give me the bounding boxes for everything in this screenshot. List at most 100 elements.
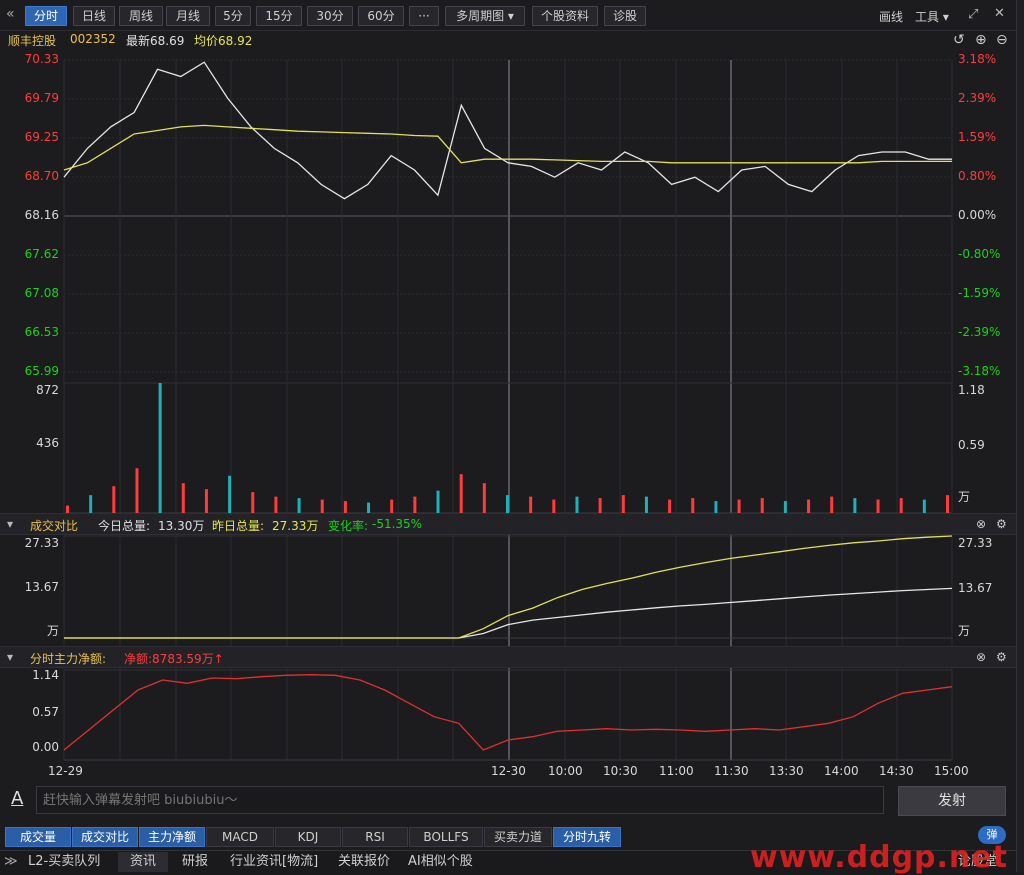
tab-30min[interactable]: 30分	[307, 6, 353, 26]
change-rate-label: 变化率:	[328, 519, 369, 533]
time-tick: 10:00	[548, 764, 583, 778]
time-tick: 12-29	[48, 764, 83, 778]
collapse-mainforce-icon[interactable]: ▾	[7, 650, 13, 664]
time-tick: 14:30	[879, 764, 914, 778]
indicator-volume[interactable]: 成交量	[5, 827, 71, 847]
zoom-out-icon[interactable]: ⊖	[996, 32, 1008, 48]
tab-60min[interactable]: 60分	[358, 6, 404, 26]
volume-bar	[459, 474, 463, 513]
indicator-mainforce[interactable]: 主力净额	[139, 827, 205, 847]
indicator-bollfs[interactable]: BOLLFS	[409, 827, 483, 847]
watermark: www.ddgp.net	[750, 840, 1008, 875]
danmu-input[interactable]	[36, 786, 884, 814]
volume-bar	[112, 486, 116, 513]
close-compare-icon[interactable]: ⊗	[976, 517, 986, 531]
chart-canvas	[63, 59, 953, 761]
indicator-buysell-force[interactable]: 买卖力道	[484, 827, 552, 847]
indicator-nine-turn[interactable]: 分时九转	[553, 827, 621, 847]
tab-related-quotes[interactable]: 关联报价	[338, 852, 390, 872]
volume-bars	[66, 383, 949, 513]
volume-bar	[807, 499, 811, 513]
indicator-compare[interactable]: 成交对比	[72, 827, 138, 847]
volume-bar	[691, 498, 695, 513]
undo-icon[interactable]: ↺	[953, 32, 965, 48]
mainforce-net: 净额:8783.59万↑	[124, 652, 224, 666]
stock-info-button[interactable]: 个股资料	[532, 6, 598, 26]
time-tick: 12-30	[491, 764, 526, 778]
tab-l2-queue[interactable]: L2-买卖队列	[28, 852, 100, 872]
time-tick: 10:30	[603, 764, 638, 778]
time-tick: 13:30	[769, 764, 804, 778]
volume-bar	[181, 483, 185, 513]
volume-bar	[668, 499, 672, 513]
mainforce-settings-icon[interactable]: ⚙	[996, 650, 1007, 664]
tab-5min[interactable]: 5分	[215, 6, 251, 26]
volume-bar	[343, 501, 347, 513]
volume-bar	[436, 490, 440, 513]
time-tick: 11:00	[659, 764, 694, 778]
multi-period-dropdown[interactable]: 多周期图 ▾	[445, 6, 525, 26]
compare-tick: 27.33	[958, 536, 993, 550]
mainforce-header: ▾ 分时主力净额: 净额:8783.59万↑ ⊗ ⚙	[0, 646, 1016, 668]
volume-bar	[621, 495, 625, 513]
more-button[interactable]: ···	[409, 6, 439, 26]
fullscreen-icon[interactable]: ⤢	[968, 7, 978, 22]
diagnose-button[interactable]: 诊股	[604, 6, 646, 26]
volume-bar	[251, 492, 255, 513]
volume-bar	[529, 496, 533, 513]
volume-bar	[760, 498, 764, 513]
expand-panel-icon[interactable]: ≫	[4, 852, 18, 872]
volume-bar	[876, 499, 880, 513]
volume-bar	[714, 501, 718, 513]
stock-name: 顺丰控股	[8, 34, 57, 48]
volume-bar	[946, 495, 949, 513]
font-style-icon[interactable]: A	[11, 788, 23, 809]
indicator-kdj[interactable]: KDJ	[275, 827, 341, 847]
yesterday-total-value: 27.33万	[272, 519, 319, 533]
indicator-macd[interactable]: MACD	[206, 827, 274, 847]
draw-line-button[interactable]: 画线	[879, 8, 903, 25]
compare-header: ▾ 成交对比 今日总量: 13.30万 昨日总量: 27.33万 变化率: -5…	[0, 513, 1016, 535]
mainforce-tick: 1.14	[32, 668, 59, 682]
volume-bar	[320, 499, 324, 513]
stock-info-bar: 顺丰控股 002352 最新68.69 均价68.92 ↺ ⊕ ⊖	[0, 30, 1016, 50]
indicator-rsi[interactable]: RSI	[342, 827, 408, 847]
tab-industry-news[interactable]: 行业资讯[物流]	[230, 852, 318, 872]
tab-monthly[interactable]: 月线	[166, 6, 210, 26]
settings-icon[interactable]: ✕	[994, 6, 1005, 21]
volume-bar	[506, 495, 509, 513]
volume-bar	[158, 383, 162, 513]
time-tick: 15:00	[934, 764, 969, 778]
close-mainforce-icon[interactable]: ⊗	[976, 650, 986, 664]
volume-bar	[552, 499, 556, 513]
volume-bar	[853, 498, 857, 513]
tab-weekly[interactable]: 周线	[119, 6, 163, 26]
volume-bar	[204, 489, 208, 513]
volume-bar	[89, 495, 93, 513]
volume-bar	[482, 483, 486, 513]
mainforce-title: 分时主力净额:	[30, 652, 107, 666]
tab-research[interactable]: 研报	[182, 852, 208, 872]
volume-bar	[135, 468, 139, 513]
volume-bar	[737, 499, 741, 513]
today-total-label: 今日总量:	[98, 519, 151, 533]
volume-bar	[575, 496, 579, 513]
collapse-compare-icon[interactable]: ▾	[7, 517, 13, 531]
compare-tick: 27.33	[24, 536, 59, 550]
volume-bar	[413, 496, 417, 513]
compare-settings-icon[interactable]: ⚙	[996, 517, 1007, 531]
tab-15min[interactable]: 15分	[256, 6, 302, 26]
volume-bar	[297, 498, 301, 513]
mainforce-tick: 0.00	[32, 740, 59, 754]
volume-bar	[922, 499, 926, 513]
compare-tick: 13.67	[958, 581, 993, 595]
collapse-icon[interactable]: «	[6, 6, 15, 22]
tab-daily[interactable]: 日线	[73, 6, 115, 26]
volume-bar	[228, 475, 232, 513]
tab-fenshi[interactable]: 分时	[25, 6, 67, 26]
send-danmu-button[interactable]: 发射	[898, 786, 1006, 816]
tab-news[interactable]: 资讯	[118, 852, 168, 872]
zoom-in-icon[interactable]: ⊕	[975, 32, 987, 48]
tools-dropdown[interactable]: 工具 ▾	[915, 8, 949, 25]
tab-ai-similar[interactable]: AI相似个股	[408, 852, 473, 872]
